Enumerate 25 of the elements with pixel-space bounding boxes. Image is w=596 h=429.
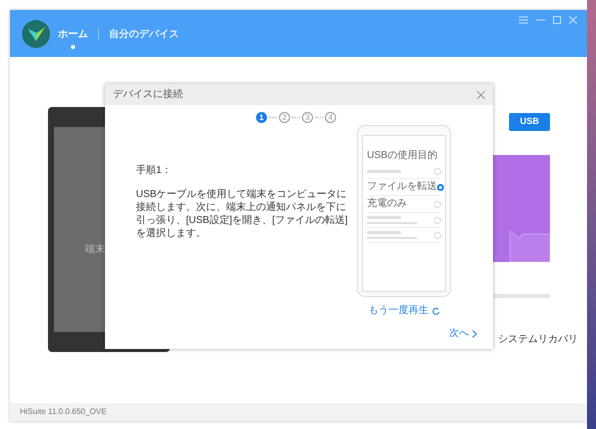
recovery-link[interactable]: システムリカバリ	[498, 332, 578, 347]
nav-tab[interactable]: 自分のデバイス	[107, 18, 181, 48]
step-indicator: 2	[279, 112, 290, 123]
logo-icon	[22, 20, 50, 48]
next-button[interactable]: 次へ	[449, 326, 477, 341]
version-label: HiSuite 11.0.0.650_OVE	[20, 406, 107, 418]
close-icon[interactable]	[477, 90, 485, 98]
refresh-icon	[432, 306, 440, 314]
chevron-right-icon	[472, 330, 477, 338]
option-label: 充電のみ	[367, 198, 407, 210]
step-indicator: 3	[302, 112, 313, 123]
step-indicator: 4	[325, 112, 336, 123]
step-indicator: 1	[256, 112, 267, 123]
step-title: 手順1：	[136, 164, 173, 178]
dialog-title: デバイスに接続	[113, 88, 183, 102]
nav-tab[interactable]: ホーム	[56, 18, 90, 48]
instructions-text: USBケーブルを使用して端末をコンピュータに接続します。次に、端末上の通知パネルを下に引っ張り、[USB設定]を開き、[ファイルの転送]を選択します。	[136, 188, 349, 240]
maximize-icon[interactable]	[553, 16, 561, 24]
menu-icon[interactable]	[519, 16, 528, 24]
illustration-heading: USBの使用目的	[367, 149, 439, 163]
phone-caption: 端末	[85, 242, 105, 257]
replay-link[interactable]: もう一度再生	[368, 303, 440, 318]
radio-button[interactable]	[437, 184, 444, 190]
option-label: ファイルを転送	[367, 181, 437, 193]
usb-button[interactable]: USB	[509, 113, 550, 131]
